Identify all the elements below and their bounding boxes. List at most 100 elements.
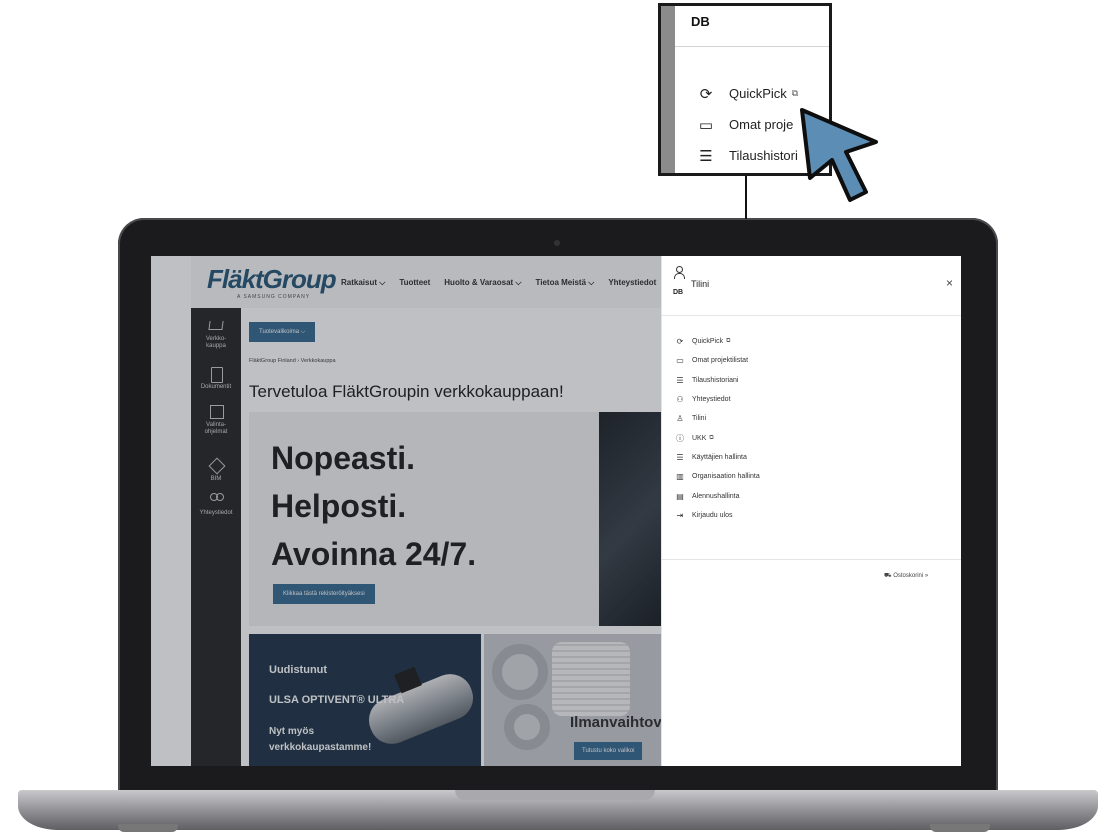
bim-cube-icon — [207, 458, 225, 474]
menu-item-label: Tilini — [692, 415, 707, 423]
menu-item-label: QuickPick — [692, 338, 724, 346]
vent-product-image — [552, 642, 630, 716]
promo-line-3: Nyt myös — [269, 726, 315, 737]
promo-ulsa-optivent[interactable]: Uudistunut ULSA OPTIVENT® ULTRA Nyt myös… — [249, 634, 481, 766]
menu-item-user-management[interactable]: ☰ Käyttäjien hallinta — [674, 448, 760, 467]
external-link-icon: ⧉ — [709, 434, 714, 441]
left-rail: Verkko- kauppa Dokumentit Valinta- ohjel… — [191, 308, 241, 766]
valve-ring-image — [504, 704, 550, 750]
callout-menu-item-quickpick[interactable]: ⟳ QuickPick ⧉ — [697, 78, 799, 109]
user-icon — [674, 266, 685, 279]
breadcrumb[interactable]: FläktGroup Finland › Verkkokauppa — [249, 358, 336, 364]
rail-label: Valinta- ohjelmat — [204, 422, 228, 435]
valve-ring-image — [492, 644, 548, 700]
callout-overlay-strip — [661, 6, 675, 173]
site-header: FläktGroup A SAMSUNG COMPANY Ratkaisut ⌵… — [191, 256, 671, 308]
shopping-cart-link[interactable]: ⛟ Ostoskorini » — [884, 572, 928, 580]
logo-subtitle: A SAMSUNG COMPANY — [237, 294, 311, 300]
contacts-icon: ⚇ — [676, 395, 684, 405]
folder-icon: ▭ — [698, 116, 714, 134]
hero-banner: Nopeasti. Helposti. Avoinna 24/7. Klikka… — [249, 412, 599, 626]
page-title: Tervetuloa FläktGroupin verkkokauppaan! — [249, 382, 564, 401]
menu-item-faq[interactable]: ⓘ UKK ⧉ — [674, 428, 760, 447]
user-initials: DB — [691, 14, 710, 29]
promo-line-1: Uudistunut — [269, 664, 328, 676]
panel-title: Tilini — [691, 279, 710, 289]
menu-item-logout[interactable]: ⇥ Kirjaudu ulos — [674, 506, 760, 525]
user-initials: DB — [673, 289, 684, 296]
menu-item-project-lists[interactable]: ▭ Omat projektilistat — [674, 351, 760, 370]
callout-menu: ⟳ QuickPick ⧉ ▭ Omat proje ☰ Tilaushistori — [697, 78, 798, 171]
product-range-button[interactable]: Tuotevalikoima ⌵ — [249, 322, 316, 342]
laptop-base-notch — [455, 790, 655, 800]
rail-item-bim[interactable]: BIM — [191, 458, 241, 483]
browse-range-button[interactable]: Tutustu koko valikoi — [574, 742, 643, 760]
laptop-camera — [554, 240, 560, 246]
list-icon: ☰ — [676, 452, 684, 462]
menu-item-contacts[interactable]: ⚇ Yhteystiedot — [674, 390, 760, 409]
webshop-page: FläktGroup A SAMSUNG COMPANY Ratkaisut ⌵… — [151, 256, 961, 766]
menu-item-organisation-management[interactable]: ▥ Organisaation hallinta — [674, 467, 760, 486]
menu-item-label: Käyttäjien hallinta — [692, 453, 747, 461]
cart-icon — [207, 318, 225, 334]
menu-item-label: Alennushallinta — [692, 492, 740, 500]
logout-icon: ⇥ — [676, 510, 684, 520]
folder-icon: ▭ — [676, 356, 684, 366]
fläktgroup-logo[interactable]: FläktGroup A SAMSUNG COMPANY — [207, 264, 337, 302]
logo-text: FläktGroup — [207, 264, 337, 294]
main-nav: Ratkaisut ⌵ Tuotteet Huolto & Varaosat ⌵… — [341, 278, 656, 288]
menu-item-quickpick[interactable]: ⟳ QuickPick ⧉ — [674, 332, 760, 351]
nav-solutions[interactable]: Ratkaisut ⌵ — [341, 278, 385, 288]
user-icon: ♙ — [676, 414, 684, 424]
menu-item-label: Omat proje — [729, 117, 794, 132]
menu-item-label: Kirjaudu ulos — [692, 511, 733, 519]
menu-item-label: UKK — [692, 434, 707, 442]
rail-item-selection-tools[interactable]: Valinta- ohjelmat — [191, 404, 241, 436]
nav-products[interactable]: Tuotteet — [399, 278, 430, 288]
callout-menu-item-project-lists[interactable]: ▭ Omat proje — [697, 109, 798, 140]
mouse-pointer-icon — [800, 108, 878, 202]
promo-line-2: ULSA OPTIVENT® ULTRA — [269, 694, 405, 706]
rail-item-contacts[interactable]: Yhteystiedot — [191, 492, 241, 517]
menu-item-order-history[interactable]: ☰ Tilaushistoriani — [674, 371, 760, 390]
divider — [662, 559, 961, 560]
menu-item-label: Tilaushistoriani — [692, 376, 739, 384]
rail-label: Dokumentit — [200, 384, 232, 390]
callout-menu-item-order-history[interactable]: ☰ Tilaushistori — [697, 140, 798, 171]
menu-item-label: Yhteystiedot — [692, 396, 731, 404]
account-menu: ⟳ QuickPick ⧉ ▭ Omat projektilistat ☰ Tilaus… — [674, 332, 760, 525]
rail-item-documents[interactable]: Dokumentit — [191, 366, 241, 391]
building-icon: ▥ — [676, 472, 684, 482]
close-icon[interactable]: × — [946, 276, 953, 290]
hero-line-3: Avoinna 24/7. — [271, 536, 477, 572]
rail-item-webshop[interactable]: Verkko- kauppa — [191, 318, 241, 350]
main-content: Tuotevalikoima ⌵ FläktGroup Finland › Ve… — [241, 308, 679, 766]
account-panel-header: DB Tilini × — [662, 256, 961, 316]
nav-about[interactable]: Tietoa Meistä ⌵ — [535, 278, 594, 288]
hero-line-1: Nopeasti. — [271, 440, 416, 476]
nav-contacts[interactable]: Yhteystiedot — [608, 278, 656, 288]
rail-label: Yhteystiedot — [199, 510, 233, 516]
account-panel: DB Tilini × ⟳ QuickPick ⧉ ▭ Omat projektili… — [661, 256, 961, 766]
promo-ventilation[interactable]: Ilmanvaihtoven Tutustu koko valikoi — [484, 634, 674, 766]
menu-item-label: Omat projektilistat — [692, 357, 749, 365]
laptop-foot-right — [930, 824, 990, 832]
callout-connector-line — [745, 175, 747, 219]
menu-item-label: QuickPick — [729, 86, 787, 101]
info-icon: ⓘ — [676, 433, 684, 443]
list-icon: ☰ — [699, 147, 713, 165]
laptop-foot-left — [118, 824, 178, 832]
menu-item-account[interactable]: ♙ Tilini — [674, 409, 760, 428]
divider — [675, 46, 829, 47]
rail-label: BIM — [210, 476, 222, 482]
discount-doc-icon: ▤ — [676, 491, 684, 501]
quickpick-icon: ⟳ — [676, 337, 684, 347]
promo-line-4: verkkokaupastamme! — [269, 742, 372, 753]
promo-label: Ilmanvaihtoven — [570, 714, 674, 731]
list-icon: ☰ — [676, 375, 684, 385]
menu-item-discount-management[interactable]: ▤ Alennushallinta — [674, 486, 760, 505]
nav-service[interactable]: Huolto & Varaosat ⌵ — [444, 278, 521, 288]
rail-label: Verkko- kauppa — [205, 336, 227, 349]
register-button[interactable]: Klikkaa tästä rekisteröityäksesi — [273, 584, 375, 604]
external-link-icon: ⧉ — [726, 338, 731, 345]
